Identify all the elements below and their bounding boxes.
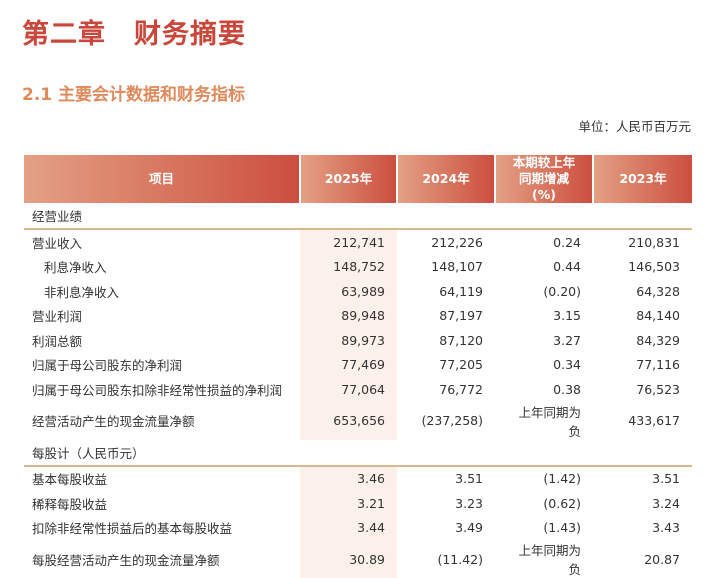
cell-value: 77,116	[636, 357, 680, 373]
cell-value: 3.24	[652, 495, 680, 511]
section-label: 经营业绩	[24, 203, 692, 230]
cell-value: 77,205	[439, 357, 483, 373]
cell-value: 87,120	[439, 332, 483, 348]
section-row: 经营业绩	[24, 203, 692, 230]
cell-value: 3.46	[300, 465, 397, 491]
cell-value: 上年同期为负	[518, 543, 581, 577]
cell-value: 3.44	[300, 515, 397, 540]
cell-value: 212,226	[431, 234, 483, 250]
financial-summary-table: 项目 2025年 2024年 本期较上年同期增减(%) 2023年 经营业绩营业收入 21…	[24, 155, 692, 578]
table-row: 基本每股收益 3.46 3.51 (1.42) 3.51	[24, 465, 692, 491]
cell-value: 0.24	[553, 234, 581, 250]
cell-value: (1.43)	[543, 520, 581, 536]
table-row: 每股经营活动产生的现金流量净额 30.89 (11.42) 上年同期为负 20.87	[24, 540, 692, 578]
cell-value: 3.15	[553, 308, 581, 324]
cell-value: 148,752	[300, 254, 397, 279]
cell-value: (1.42)	[543, 471, 581, 487]
table-row: 营业利润 89,948 87,197 3.15 84,140	[24, 303, 692, 328]
row-label: 归属于母公司股东扣除非经常性损益的净利润	[32, 382, 283, 398]
cell-value: 212,741	[300, 229, 397, 255]
table-header-row: 项目 2025年 2024年 本期较上年同期增减(%) 2023年	[24, 155, 692, 203]
cell-value: 89,973	[300, 328, 397, 353]
table-row: 营业收入 212,741 212,226 0.24 210,831	[24, 229, 692, 255]
cell-value: 210,831	[628, 234, 680, 250]
cell-value: 84,329	[636, 332, 680, 348]
cell-value: 30.89	[300, 540, 397, 578]
cell-value: 3.51	[455, 471, 483, 487]
cell-value: 84,140	[636, 308, 680, 324]
cell-value: 433,617	[628, 413, 680, 428]
cell-value: 87,197	[439, 308, 483, 324]
table-row: 利息净收入 148,752 148,107 0.44 146,503	[24, 254, 692, 279]
cell-value: (0.20)	[543, 283, 581, 299]
row-label: 非利息净收入	[44, 284, 120, 300]
row-label: 每股经营活动产生的现金流量净额	[32, 552, 220, 568]
cell-value: 76,523	[636, 381, 680, 397]
cell-value: 76,772	[439, 381, 483, 397]
section-label: 每股计（人民币元）	[24, 439, 692, 467]
table-row: 非利息净收入 63,989 64,119 (0.20) 64,328	[24, 279, 692, 304]
table-row: 归属于母公司股东的净利润 77,469 77,205 0.34 77,116	[24, 352, 692, 377]
column-header: 2024年	[397, 155, 496, 203]
cell-value: 0.44	[553, 259, 581, 275]
cell-value: 77,064	[300, 377, 397, 402]
column-header: 2023年	[593, 155, 692, 203]
cell-value: 64,119	[439, 283, 483, 299]
cell-value: (237,258)	[421, 413, 483, 428]
table-row: 利润总额 89,973 87,120 3.27 84,329	[24, 328, 692, 353]
cell-value: 3.27	[553, 332, 581, 348]
cell-value: 3.21	[300, 491, 397, 516]
cell-value: 0.34	[553, 357, 581, 373]
row-label: 营业收入	[32, 235, 83, 251]
cell-value: (11.42)	[437, 551, 483, 567]
section-row: 每股计（人民币元）	[24, 439, 692, 467]
cell-value: 3.51	[652, 471, 680, 487]
section-subtitle: 2.1 主要会计数据和财务指标	[22, 85, 246, 105]
cell-value: 3.43	[652, 520, 680, 536]
cell-value: 146,503	[628, 259, 680, 275]
row-label: 稀释每股收益	[32, 496, 108, 512]
table-row: 扣除非经常性损益后的基本每股收益 3.44 3.49 (1.43) 3.43	[24, 515, 692, 540]
row-label: 利息净收入	[44, 260, 107, 276]
cell-value: (0.62)	[543, 495, 581, 511]
cell-value: 77,469	[300, 352, 397, 377]
column-header: 项目	[24, 155, 301, 203]
row-label: 扣除非经常性损益后的基本每股收益	[32, 521, 233, 537]
cell-value: 64,328	[636, 283, 680, 299]
row-label: 基本每股收益	[32, 472, 108, 488]
cell-value: 0.38	[553, 381, 581, 397]
column-header: 本期较上年同期增减(%)	[495, 155, 594, 203]
cell-value: 148,107	[431, 259, 483, 275]
row-label: 营业利润	[32, 309, 83, 325]
table-row: 归属于母公司股东扣除非经常性损益的净利润 77,064 76,772 0.38 76,5…	[24, 377, 692, 402]
column-header: 2025年	[300, 155, 398, 203]
table-row: 稀释每股收益 3.21 3.23 (0.62) 3.24	[24, 491, 692, 516]
cell-value: 3.23	[455, 495, 483, 511]
chapter-title: 第二章 财务摘要	[22, 19, 246, 50]
table-row: 经营活动产生的现金流量净额 653,656 (237,258) 上年同期为负 433,6…	[24, 401, 692, 440]
row-label: 归属于母公司股东的净利润	[32, 358, 183, 374]
row-label: 利润总额	[32, 333, 83, 349]
unit-label: 单位：人民币百万元	[578, 119, 691, 134]
cell-value: 653,656	[300, 401, 397, 440]
cell-value: 20.87	[644, 551, 680, 567]
cell-value: 3.49	[455, 520, 483, 536]
row-label: 经营活动产生的现金流量净额	[32, 414, 195, 429]
cell-value: 89,948	[300, 303, 397, 328]
cell-value: 上年同期为负	[518, 404, 581, 439]
cell-value: 63,989	[300, 279, 397, 304]
